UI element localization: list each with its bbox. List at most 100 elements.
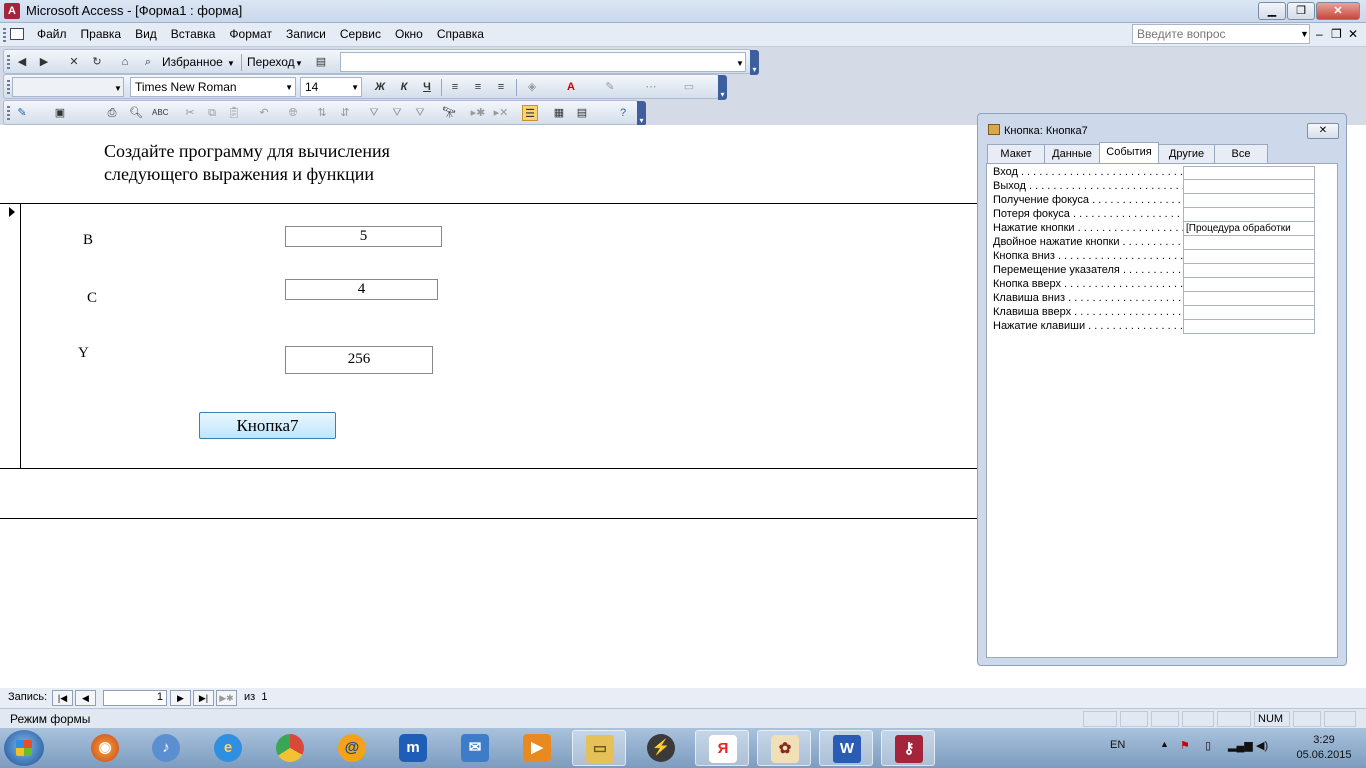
command-button-knopka7[interactable]: Кнопка7 — [199, 412, 336, 439]
record-number-input[interactable]: 1 — [103, 690, 167, 706]
taskbar-explorer[interactable]: ▭ — [572, 730, 626, 766]
new-record-icon[interactable]: ▸✱ — [470, 105, 486, 121]
textbox-y[interactable]: 256 — [285, 346, 433, 374]
system-clock[interactable]: 3:29 05.06.2015 — [1296, 733, 1352, 763]
property-sheet-close-button[interactable]: ✕ — [1307, 123, 1339, 139]
favorites-dropdown-icon[interactable]: ▼ — [227, 59, 235, 68]
menu-records[interactable]: Записи — [286, 27, 326, 41]
property-value[interactable] — [1183, 180, 1315, 194]
property-row[interactable]: Нажатие кнопки . . . . . . . . . . . . .… — [993, 222, 1315, 236]
address-dropdown-icon[interactable]: ▼ — [736, 59, 744, 68]
delete-record-icon[interactable]: ▸✕ — [493, 105, 509, 121]
toolbar-options-icon[interactable]: ▾ — [637, 101, 646, 126]
form-menu-icon[interactable] — [10, 28, 24, 40]
mdi-minimize-icon[interactable]: ‒ — [1316, 27, 1323, 41]
device-icon[interactable]: ▯ — [1205, 739, 1211, 752]
property-value[interactable] — [1183, 278, 1315, 292]
toolbar-options-icon[interactable]: ▾ — [750, 50, 759, 75]
menu-tools[interactable]: Сервис — [340, 27, 381, 41]
font-dropdown-icon[interactable]: ▼ — [285, 83, 293, 92]
property-value[interactable] — [1183, 292, 1315, 306]
record-selector[interactable] — [0, 204, 21, 468]
menu-insert[interactable]: Вставка — [171, 27, 216, 41]
view-icon[interactable]: ✎ — [14, 105, 30, 121]
property-row[interactable]: Потеря фокуса . . . . . . . . . . . . . … — [993, 208, 1315, 222]
new-object-icon[interactable]: ▤ — [574, 105, 590, 121]
menu-format[interactable]: Формат — [229, 27, 272, 41]
database-window-icon[interactable]: ▦ — [551, 105, 567, 121]
property-value[interactable]: [Процедура обработки — [1183, 222, 1315, 236]
prev-record-button[interactable]: ◀ — [75, 690, 96, 706]
property-row[interactable]: Клавиша вниз . . . . . . . . . . . . . .… — [993, 292, 1315, 306]
menu-grip-icon[interactable] — [3, 28, 6, 42]
special-effect-icon[interactable]: ▭ — [681, 79, 697, 95]
undo-icon[interactable]: ↶ — [256, 105, 272, 121]
ask-question-input[interactable]: Введите вопрос — [1132, 24, 1310, 44]
line-color-icon[interactable]: ✎ — [602, 79, 618, 95]
last-record-button[interactable]: ▶| — [193, 690, 214, 706]
print-icon[interactable]: ⎙ — [104, 105, 120, 121]
tab-events[interactable]: События — [1099, 142, 1159, 163]
property-row[interactable]: Получение фокуса . . . . . . . . . . . .… — [993, 194, 1315, 208]
property-value[interactable] — [1183, 306, 1315, 320]
start-button[interactable] — [4, 730, 44, 766]
toolbar-options-icon[interactable]: ▾ — [718, 75, 727, 100]
new-record-button[interactable]: ▶✱ — [216, 690, 237, 706]
property-value[interactable] — [1183, 264, 1315, 278]
property-value[interactable] — [1183, 166, 1315, 180]
menu-edit[interactable]: Правка — [81, 27, 122, 41]
font-size-combo[interactable]: 14 ▼ — [300, 77, 362, 97]
menu-help[interactable]: Справка — [437, 27, 484, 41]
favorites-menu[interactable]: Избранное — [162, 55, 223, 69]
tab-other[interactable]: Другие — [1158, 144, 1215, 163]
next-record-button[interactable]: ▶ — [170, 690, 191, 706]
property-row[interactable]: Выход . . . . . . . . . . . . . . . . . … — [993, 180, 1315, 194]
print-preview-icon[interactable]: 🔍︎ — [128, 105, 144, 121]
taskbar-maxthon[interactable]: m — [386, 730, 440, 766]
property-row[interactable]: Кнопка вниз . . . . . . . . . . . . . . … — [993, 250, 1315, 264]
object-dropdown-icon[interactable]: ▼ — [114, 84, 122, 93]
taskbar-firefox[interactable]: ◉ — [78, 730, 132, 766]
property-row[interactable]: Вход . . . . . . . . . . . . . . . . . .… — [993, 166, 1315, 180]
taskbar-word[interactable]: W — [819, 730, 873, 766]
taskbar-mail-ru[interactable]: @ — [325, 730, 379, 766]
filter-by-form-icon[interactable]: ⛛ — [389, 105, 405, 121]
property-value[interactable] — [1183, 250, 1315, 264]
textbox-c[interactable]: 4 — [285, 279, 438, 300]
bold-button[interactable]: Ж — [372, 79, 388, 95]
access-app-icon[interactable]: A — [4, 3, 20, 19]
find-icon[interactable]: 🔭︎ — [441, 105, 457, 121]
paste-icon[interactable]: 📋︎ — [226, 105, 242, 121]
size-dropdown-icon[interactable]: ▼ — [351, 83, 359, 92]
tab-layout[interactable]: Макет — [987, 144, 1045, 163]
show-web-toolbar-icon[interactable]: ▤ — [313, 54, 329, 70]
copy-icon[interactable]: ⧉ — [204, 105, 220, 121]
taskbar-winamp[interactable]: ⚡ — [634, 730, 688, 766]
property-value[interactable] — [1183, 208, 1315, 222]
border-width-icon[interactable]: ⋯ — [643, 79, 659, 95]
property-row[interactable]: Клавиша вверх . . . . . . . . . . . . . … — [993, 306, 1315, 320]
font-name-combo[interactable]: Times New Roman ▼ — [130, 77, 296, 97]
property-row[interactable]: Нажатие клавиши . . . . . . . . . . . . … — [993, 320, 1315, 334]
property-row[interactable]: Двойное нажатие кнопки . . . . . . . . .… — [993, 236, 1315, 250]
properties-icon[interactable]: ☰ — [522, 105, 538, 121]
property-value[interactable] — [1183, 236, 1315, 250]
property-value[interactable] — [1183, 320, 1315, 334]
search-web-icon[interactable]: ⌕ — [140, 54, 156, 70]
spelling-icon[interactable]: ABC — [152, 105, 168, 121]
menu-window[interactable]: Окно — [395, 27, 423, 41]
apply-filter-icon[interactable]: ⛛ — [412, 105, 428, 121]
object-combo[interactable] — [12, 77, 124, 97]
menu-file[interactable]: Файл — [37, 27, 67, 41]
align-right-icon[interactable]: ≡ — [493, 79, 509, 95]
filter-by-selection-icon[interactable]: ⛛ — [366, 105, 382, 121]
taskbar-yandex[interactable]: Я — [695, 730, 749, 766]
align-left-icon[interactable]: ≡ — [447, 79, 463, 95]
speaker-icon[interactable]: ◀) — [1256, 739, 1268, 752]
taskbar-volume[interactable]: ♪ — [139, 730, 193, 766]
refresh-icon[interactable]: ↻ — [89, 54, 105, 70]
save-icon[interactable]: ▣ — [52, 105, 68, 121]
tab-all[interactable]: Все — [1214, 144, 1268, 163]
mdi-restore-icon[interactable]: ❐ — [1331, 27, 1342, 41]
property-row[interactable]: Кнопка вверх . . . . . . . . . . . . . .… — [993, 278, 1315, 292]
